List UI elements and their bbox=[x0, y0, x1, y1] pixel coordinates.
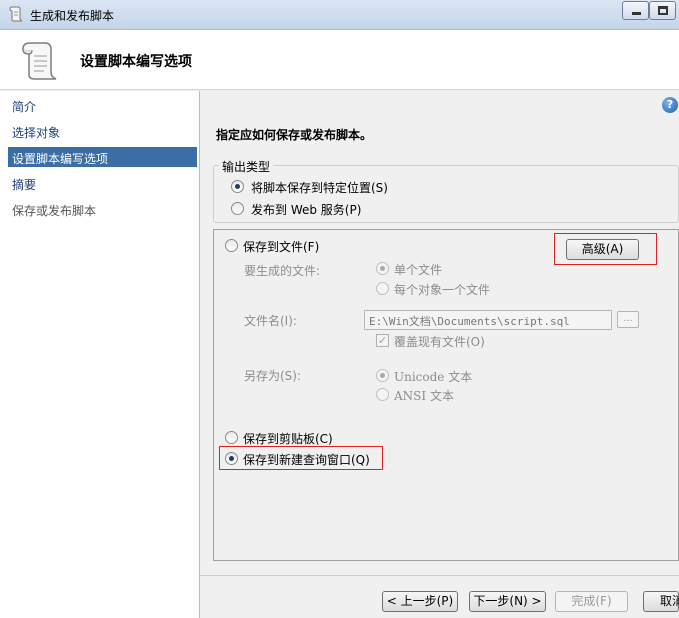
save-to-query-window-label[interactable]: 保存到新建查询窗口(Q) bbox=[243, 451, 370, 468]
save-as-label: 另存为(S): bbox=[244, 369, 302, 383]
sidebar-item-select-objects[interactable]: 选择对象 bbox=[8, 121, 197, 141]
overwrite-label[interactable]: 覆盖现有文件(O) bbox=[394, 333, 485, 350]
maximize-icon bbox=[658, 6, 668, 15]
save-to-query-window-radio[interactable] bbox=[225, 452, 238, 465]
output-type-legend: 输出类型 bbox=[219, 158, 274, 175]
sidebar-item-summary[interactable]: 摘要 bbox=[8, 173, 197, 193]
file-name-label: 文件名(I): bbox=[244, 314, 297, 328]
single-file-label[interactable]: 单个文件 bbox=[394, 261, 442, 278]
ansi-text-label[interactable]: ANSI 文本 bbox=[394, 387, 454, 404]
next-button[interactable]: 下一步(N) > bbox=[469, 591, 546, 612]
ansi-text-radio[interactable] bbox=[376, 388, 389, 401]
file-name-field[interactable]: E:\Win文档\Documents\script.sql bbox=[364, 310, 612, 330]
file-per-object-label[interactable]: 每个对象一个文件 bbox=[394, 281, 490, 298]
sidebar-item-scripting-options[interactable]: 设置脚本编写选项 bbox=[8, 147, 197, 167]
script-icon bbox=[9, 6, 23, 22]
publish-web-service-radio[interactable] bbox=[231, 202, 244, 215]
save-to-file-label[interactable]: 保存到文件(F) bbox=[243, 238, 319, 255]
save-to-location-label[interactable]: 将脚本保存到特定位置(S) bbox=[251, 179, 388, 196]
cancel-button[interactable]: 取消 bbox=[643, 591, 679, 612]
instruction-text: 指定应如何保存或发布脚本。 bbox=[216, 128, 373, 142]
single-file-radio[interactable] bbox=[376, 262, 389, 275]
publish-web-service-label[interactable]: 发布到 Web 服务(P) bbox=[251, 201, 361, 218]
advanced-button[interactable]: 高级(A) bbox=[566, 239, 639, 260]
minimize-icon bbox=[632, 12, 641, 15]
window-title: 生成和发布脚本 bbox=[30, 9, 115, 23]
back-button[interactable]: < 上一步(P) bbox=[382, 591, 458, 612]
browse-button[interactable]: ... bbox=[617, 311, 639, 328]
sidebar-item-save-publish[interactable]: 保存或发布脚本 bbox=[8, 199, 197, 219]
footer-divider bbox=[200, 575, 679, 576]
overwrite-checkbox[interactable]: ✓ bbox=[376, 334, 389, 347]
page-header: 设置脚本编写选项 bbox=[0, 30, 679, 90]
save-to-clipboard-radio[interactable] bbox=[225, 431, 238, 444]
save-to-clipboard-label[interactable]: 保存到剪贴板(C) bbox=[243, 430, 333, 447]
minimize-button[interactable] bbox=[622, 1, 649, 20]
unicode-text-radio[interactable] bbox=[376, 369, 389, 382]
files-to-generate-label: 要生成的文件: bbox=[244, 264, 321, 278]
unicode-text-label[interactable]: Unicode 文本 bbox=[394, 368, 472, 385]
help-icon[interactable]: ? bbox=[662, 97, 678, 113]
save-to-location-radio[interactable] bbox=[231, 180, 244, 193]
finish-button[interactable]: 完成(F) bbox=[555, 591, 628, 612]
wizard-sidebar: 简介 选择对象 设置脚本编写选项 摘要 保存或发布脚本 bbox=[0, 91, 200, 618]
page-title: 设置脚本编写选项 bbox=[80, 54, 192, 70]
title-bar: 生成和发布脚本 bbox=[0, 0, 679, 30]
sidebar-item-intro[interactable]: 简介 bbox=[8, 95, 197, 115]
maximize-button[interactable] bbox=[649, 1, 676, 20]
save-to-file-radio[interactable] bbox=[225, 239, 238, 252]
file-per-object-radio[interactable] bbox=[376, 282, 389, 295]
scroll-icon bbox=[22, 42, 57, 80]
